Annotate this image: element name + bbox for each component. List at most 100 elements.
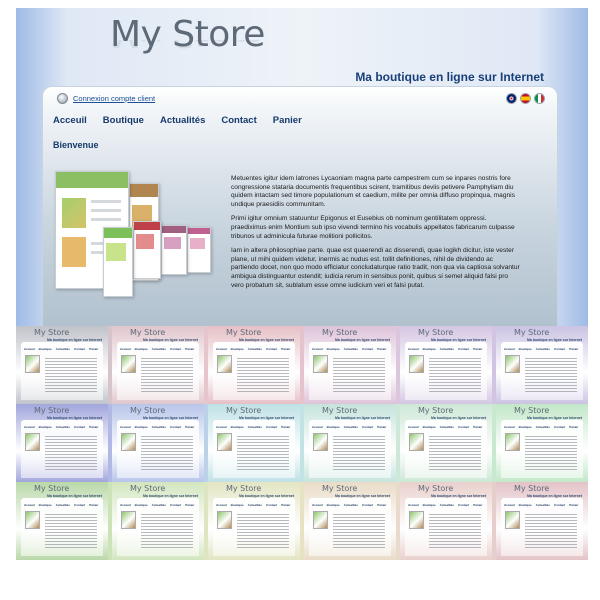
- thumbnail-nav: Acceuil Boutique Actualités Contact Panier: [24, 347, 98, 351]
- thumbnail-panel: Acceuil Boutique Actualités Contact Panier: [21, 342, 103, 400]
- theme-variant-thumbnail[interactable]: My Store Ma boutique en ligne sur Interne…: [304, 326, 396, 404]
- thumbnail-screenshots-image: [313, 355, 328, 373]
- thumbnail-text-block: [333, 358, 385, 392]
- theme-variant-thumbnail[interactable]: My Store Ma boutique en ligne sur Interne…: [304, 404, 396, 482]
- thumbnail-nav-item: Actualités: [343, 347, 359, 351]
- thumbnail-nav-item: Actualités: [439, 503, 455, 507]
- page-title: Bienvenue: [53, 140, 99, 150]
- nav-item-contact[interactable]: Contact: [221, 115, 256, 126]
- theme-variant-thumbnail[interactable]: My Store Ma boutique en ligne sur Interne…: [208, 482, 300, 560]
- thumbnail-text-block: [237, 358, 289, 392]
- thumbnail-nav-item: Acceuil: [504, 425, 515, 429]
- thumbnail-text-block: [141, 358, 193, 392]
- thumbnail-nav-item: Boutique: [326, 425, 340, 429]
- nav-item-cart[interactable]: Panier: [273, 115, 302, 126]
- thumbnail-nav-item: Contact: [554, 503, 566, 507]
- thumbnail-nav-item: Contact: [74, 347, 86, 351]
- theme-variant-thumbnail[interactable]: My Store Ma boutique en ligne sur Interne…: [16, 404, 108, 482]
- thumbnail-nav-item: Acceuil: [24, 503, 35, 507]
- thumbnail-logo: My Store: [130, 406, 166, 415]
- italian-flag-icon[interactable]: [534, 93, 545, 104]
- thumbnail-nav-item: Boutique: [38, 425, 52, 429]
- thumbnail-screenshots-image: [409, 433, 424, 451]
- thumbnail-nav: Acceuil Boutique Actualités Contact Panier: [312, 347, 386, 351]
- thumbnail-nav-item: Contact: [170, 425, 182, 429]
- thumbnail-logo: My Store: [226, 328, 262, 337]
- theme-variant-thumbnail[interactable]: My Store Ma boutique en ligne sur Interne…: [208, 326, 300, 404]
- thumbnail-nav-item: Boutique: [134, 347, 148, 351]
- thumbnail-nav: Acceuil Boutique Actualités Contact Panier: [504, 347, 578, 351]
- thumbnail-nav-item: Actualités: [151, 425, 167, 429]
- theme-variant-thumbnail[interactable]: My Store Ma boutique en ligne sur Interne…: [112, 326, 204, 404]
- thumbnail-nav-item: Panier: [89, 425, 99, 429]
- theme-variant-thumbnail[interactable]: My Store Ma boutique en ligne sur Interne…: [496, 326, 588, 404]
- thumbnail-nav-item: Panier: [185, 425, 195, 429]
- theme-variant-thumbnail[interactable]: My Store Ma boutique en ligne sur Interne…: [16, 482, 108, 560]
- thumbnail-screenshots-image: [409, 511, 424, 529]
- thumbnail-nav-item: Actualités: [535, 503, 551, 507]
- thumbnail-nav-item: Panier: [569, 503, 579, 507]
- thumbnail-nav-item: Actualités: [55, 503, 71, 507]
- account-area[interactable]: Connexion compte client: [57, 93, 155, 104]
- thumbnail-logo: My Store: [418, 484, 454, 493]
- thumbnail-nav-item: Contact: [266, 347, 278, 351]
- thumbnail-nav-item: Actualités: [247, 425, 263, 429]
- thumbnail-nav: Acceuil Boutique Actualités Contact Panier: [312, 503, 386, 507]
- theme-variant-thumbnail[interactable]: My Store Ma boutique en ligne sur Interne…: [112, 404, 204, 482]
- thumbnail-nav-item: Panier: [377, 425, 387, 429]
- user-icon: [57, 93, 68, 104]
- thumbnail-nav-item: Acceuil: [120, 503, 131, 507]
- theme-variant-thumbnail[interactable]: My Store Ma boutique en ligne sur Interne…: [400, 404, 492, 482]
- nav-item-news[interactable]: Actualités: [160, 115, 205, 126]
- theme-variant-thumbnail[interactable]: My Store Ma boutique en ligne sur Interne…: [496, 404, 588, 482]
- theme-variant-thumbnail[interactable]: My Store Ma boutique en ligne sur Interne…: [400, 482, 492, 560]
- content-panel: Connexion compte client Acceuil Boutique…: [42, 86, 558, 326]
- thumbnail-text-block: [429, 358, 481, 392]
- nav-item-home[interactable]: Acceuil: [53, 115, 87, 126]
- thumbnail-nav-item: Contact: [554, 347, 566, 351]
- nav-item-shop[interactable]: Boutique: [103, 115, 144, 126]
- store-tagline: Ma boutique en ligne sur Internet: [355, 70, 544, 84]
- thumbnail-nav-item: Acceuil: [312, 425, 323, 429]
- login-link[interactable]: Connexion compte client: [73, 94, 155, 103]
- theme-variant-thumbnail[interactable]: My Store Ma boutique en ligne sur Interne…: [112, 482, 204, 560]
- thumbnail-nav-item: Contact: [458, 425, 470, 429]
- thumbnail-logo: My Store: [514, 328, 550, 337]
- thumbnail-screenshots-image: [505, 511, 520, 529]
- thumbnail-screenshots-image: [25, 511, 40, 529]
- thumbnail-nav-item: Boutique: [518, 425, 532, 429]
- thumbnail-nav-item: Acceuil: [408, 503, 419, 507]
- thumbnail-nav-item: Panier: [473, 503, 483, 507]
- thumbnail-nav-item: Boutique: [518, 347, 532, 351]
- thumbnail-nav: Acceuil Boutique Actualités Contact Panier: [216, 425, 290, 429]
- thumbnail-logo: My Store: [226, 484, 262, 493]
- thumbnail-nav: Acceuil Boutique Actualités Contact Panier: [24, 503, 98, 507]
- theme-variant-thumbnail[interactable]: My Store Ma boutique en ligne sur Interne…: [16, 326, 108, 404]
- theme-variant-thumbnail[interactable]: My Store Ma boutique en ligne sur Interne…: [400, 326, 492, 404]
- thumbnail-panel: Acceuil Boutique Actualités Contact Panier: [213, 420, 295, 478]
- theme-variant-thumbnail[interactable]: My Store Ma boutique en ligne sur Interne…: [496, 482, 588, 560]
- thumbnail-nav-item: Actualités: [439, 425, 455, 429]
- english-flag-icon[interactable]: [506, 93, 517, 104]
- thumbnail-nav-item: Panier: [281, 503, 291, 507]
- thumbnail-nav: Acceuil Boutique Actualités Contact Panier: [312, 425, 386, 429]
- thumbnail-nav-item: Contact: [362, 425, 374, 429]
- thumbnail-nav-item: Boutique: [422, 347, 436, 351]
- thumbnail-logo: My Store: [322, 328, 358, 337]
- thumbnail-screenshots-image: [121, 433, 136, 451]
- thumbnail-nav-item: Actualités: [535, 425, 551, 429]
- thumbnail-nav-item: Acceuil: [312, 503, 323, 507]
- thumbnail-panel: Acceuil Boutique Actualités Contact Panier: [117, 342, 199, 400]
- thumbnail-logo: My Store: [514, 406, 550, 415]
- spanish-flag-icon[interactable]: [520, 93, 531, 104]
- thumbnail-nav-item: Actualités: [55, 347, 71, 351]
- thumbnail-nav: Acceuil Boutique Actualités Contact Panier: [216, 347, 290, 351]
- store-preview: My Store My Store Ma boutique en ligne s…: [16, 8, 588, 326]
- theme-variant-thumbnail[interactable]: My Store Ma boutique en ligne sur Interne…: [304, 482, 396, 560]
- thumbnail-nav-item: Contact: [554, 425, 566, 429]
- thumbnail-logo: My Store: [418, 328, 454, 337]
- thumbnail-nav-item: Boutique: [230, 503, 244, 507]
- thumbnail-nav-item: Panier: [185, 503, 195, 507]
- theme-variant-thumbnail[interactable]: My Store Ma boutique en ligne sur Interne…: [208, 404, 300, 482]
- thumbnail-nav-item: Actualités: [151, 347, 167, 351]
